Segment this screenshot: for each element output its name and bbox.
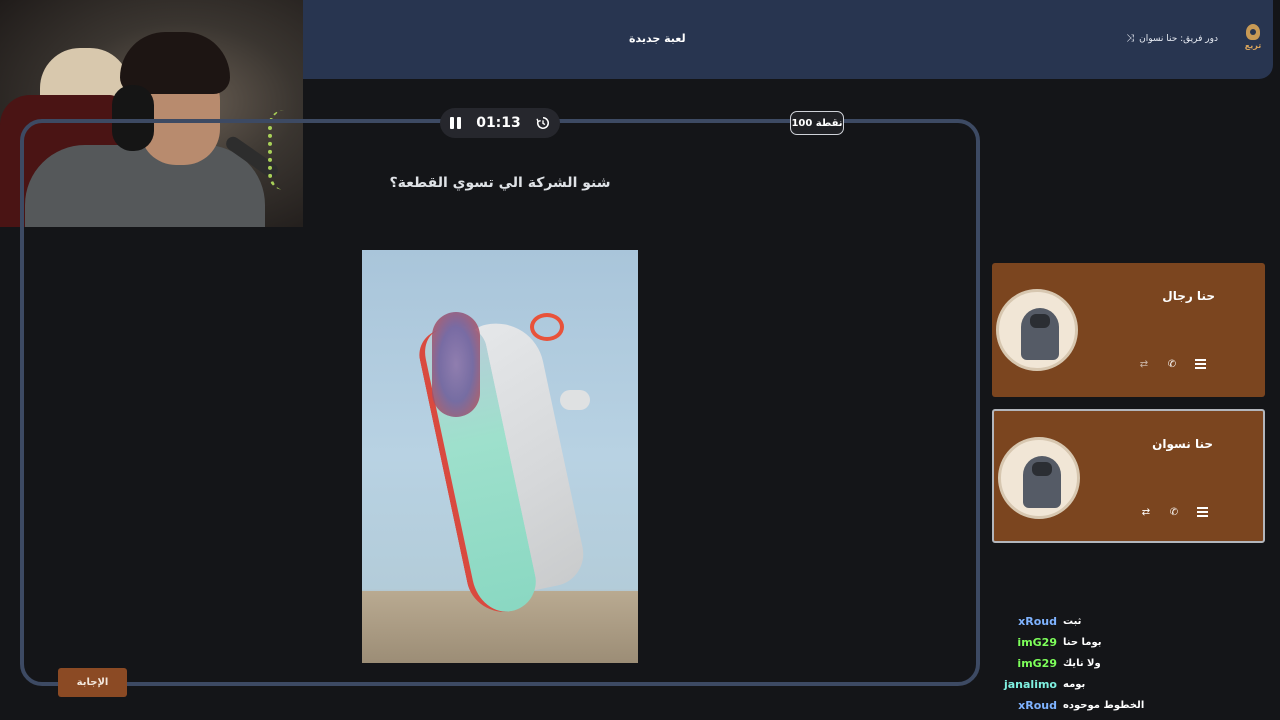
swap-icon[interactable]: ⇄ [1137, 357, 1151, 371]
chat-text: ولا نايك [1063, 658, 1101, 669]
question-text: شنو الشركة الي تسوي القطعة؟ [389, 175, 611, 191]
chat-message: imG29 ولا نايك [1000, 653, 1160, 674]
chat-message: imG29 بوما حنا [1000, 632, 1160, 653]
chat-username: xRoud [1018, 699, 1057, 712]
logo-bulb-icon [1246, 24, 1260, 40]
team-turn-indicator: دور فريق: حنا نسوان ⤨ [1126, 33, 1218, 44]
team-card-women: حنا نسوان ⇄ ✆ [992, 409, 1265, 543]
chat-text: بوما حنا [1063, 637, 1102, 648]
points-badge: 100 نقطة [790, 111, 844, 135]
shuffle-icon[interactable]: ⤨ [1126, 33, 1134, 44]
team-avatar [998, 437, 1080, 519]
question-image [362, 250, 638, 663]
new-game-title[interactable]: لعبة جديدة [629, 32, 686, 45]
shoe-pull-tab [530, 313, 564, 341]
avatar-face [1032, 462, 1052, 476]
team-tools: ⇄ ✆ [1137, 357, 1207, 371]
avatar-face [1030, 314, 1050, 328]
chat-text: ثبت [1063, 616, 1082, 627]
shoe-heel-bubble [432, 312, 480, 417]
chat-message: janalimo بومه [1000, 674, 1160, 695]
list-icon[interactable] [1193, 357, 1207, 371]
team-name: حنا نسوان [1152, 437, 1213, 451]
phone-icon[interactable]: ✆ [1167, 505, 1181, 519]
history-icon[interactable] [536, 116, 550, 130]
chat-message: xRoud ثبت [1000, 611, 1160, 632]
list-icon[interactable] [1195, 505, 1209, 519]
team-card-men: حنا رجال ⇄ ✆ [992, 263, 1265, 397]
chat-text: بومه [1063, 679, 1086, 690]
team-turn-text: دور فريق: حنا نسوان [1139, 33, 1218, 44]
chat-message: xRoud الخطوط موحوده [1000, 695, 1160, 716]
answer-button[interactable]: الإجابة [58, 668, 127, 697]
timer-value: 01:13 [476, 115, 521, 131]
chat-username: imG29 [1017, 636, 1057, 649]
team-name: حنا رجال [1162, 289, 1215, 303]
shoe-lace [560, 390, 590, 410]
swap-icon[interactable]: ⇄ [1139, 505, 1153, 519]
chat-username: janalimo [1003, 678, 1057, 691]
chat-username: imG29 [1017, 657, 1057, 670]
chat-username: xRoud [1018, 615, 1057, 628]
timer-bar: 01:13 [440, 108, 560, 138]
chat-feed: xRoud ثبت imG29 بوما حنا imG29 ولا نايك … [1000, 611, 1160, 716]
team-avatar [996, 289, 1078, 371]
chat-text: الخطوط موحوده [1063, 700, 1145, 711]
app-logo[interactable]: تريع [1242, 24, 1264, 56]
pause-icon[interactable] [450, 117, 461, 129]
logo-text: تريع [1244, 41, 1262, 50]
team-tools: ⇄ ✆ [1139, 505, 1209, 519]
phone-icon[interactable]: ✆ [1165, 357, 1179, 371]
